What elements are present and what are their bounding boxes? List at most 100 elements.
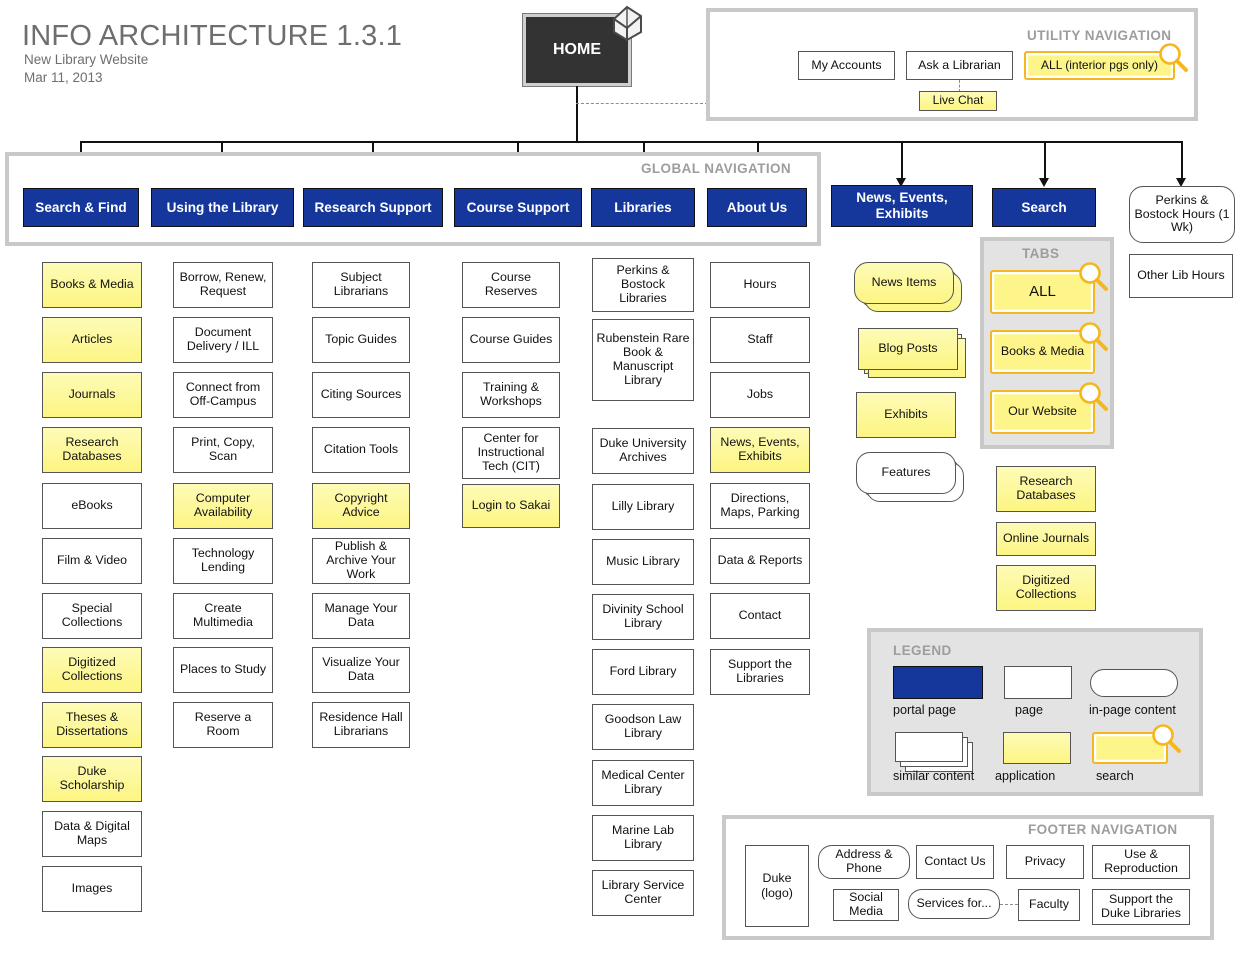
node-document-delivery-ill[interactable]: Document Delivery / ILL bbox=[173, 317, 273, 363]
node-research-databases[interactable]: Research Databases bbox=[42, 427, 142, 473]
node-label: Technology Lending bbox=[191, 546, 255, 574]
node-goodson-law-library[interactable]: Goodson Law Library bbox=[592, 704, 694, 750]
node-citation-tools[interactable]: Citation Tools bbox=[312, 427, 410, 473]
node-directions-maps-parking[interactable]: Directions, Maps, Parking bbox=[710, 483, 810, 529]
footer-item-services-for[interactable]: Services for... bbox=[908, 889, 1000, 919]
node-label: Rubenstein Rare Book & Manuscript Librar… bbox=[596, 331, 690, 387]
node-digitized-collections[interactable]: Digitized Collections bbox=[42, 647, 142, 693]
node-news-events-exhibits-page[interactable]: News, Events, Exhibits bbox=[710, 427, 810, 473]
node-ford-library[interactable]: Ford Library bbox=[592, 649, 694, 695]
node-staff[interactable]: Staff bbox=[710, 317, 810, 363]
global-nav-research-support[interactable]: Research Support bbox=[303, 188, 443, 227]
node-search-online-journals[interactable]: Online Journals bbox=[996, 522, 1096, 556]
footer-item-contact-us[interactable]: Contact Us bbox=[916, 845, 994, 879]
node-features[interactable]: Features bbox=[856, 452, 964, 502]
home-label: HOME bbox=[553, 41, 601, 59]
node-course-guides[interactable]: Course Guides bbox=[462, 317, 560, 363]
nav-news-events-exhibits[interactable]: News, Events, Exhibits bbox=[831, 185, 973, 227]
node-medical-center-library[interactable]: Medical Center Library bbox=[592, 760, 694, 806]
node-hours[interactable]: Hours bbox=[710, 262, 810, 308]
node-rubenstein-library[interactable]: Rubenstein Rare Book & Manuscript Librar… bbox=[592, 319, 694, 401]
node-books-and-media[interactable]: Books & Media bbox=[42, 262, 142, 308]
node-technology-lending[interactable]: Technology Lending bbox=[173, 538, 273, 584]
node-theses-and-dissertations[interactable]: Theses & Dissertations bbox=[42, 702, 142, 748]
footer-item-address-and-phone[interactable]: Address & Phone bbox=[818, 845, 910, 879]
node-create-multimedia[interactable]: Create Multimedia bbox=[173, 593, 273, 639]
node-subject-librarians[interactable]: Subject Librarians bbox=[312, 262, 410, 308]
utility-item-my-accounts[interactable]: My Accounts bbox=[798, 51, 895, 80]
global-nav-using-the-library[interactable]: Using the Library bbox=[151, 188, 294, 227]
node-search-research-databases[interactable]: Research Databases bbox=[996, 466, 1096, 512]
node-label: Connect from Off-Campus bbox=[185, 380, 261, 408]
footer-item-faculty[interactable]: Faculty bbox=[1018, 889, 1088, 929]
footer-item-privacy[interactable]: Privacy bbox=[1006, 845, 1084, 879]
footer-item-use-and-reproduction[interactable]: Use & Reproduction bbox=[1092, 845, 1190, 879]
node-perkins-bostock-libraries[interactable]: Perkins & Bostock Libraries bbox=[592, 258, 694, 312]
node-center-for-instructional-tech[interactable]: Center for Instructional Tech (CIT) bbox=[462, 427, 560, 479]
global-nav-about-us[interactable]: About Us bbox=[707, 188, 807, 227]
node-other-lib-hours[interactable]: Other Lib Hours bbox=[1129, 254, 1233, 298]
node-data-and-reports[interactable]: Data & Reports bbox=[710, 538, 810, 584]
node-journals[interactable]: Journals bbox=[42, 372, 142, 418]
node-data-and-digital-maps[interactable]: Data & Digital Maps bbox=[42, 811, 142, 857]
node-course-reserves[interactable]: Course Reserves bbox=[462, 262, 560, 308]
node-library-service-center[interactable]: Library Service Center bbox=[592, 870, 694, 916]
footer-item-social-media[interactable]: Social Media bbox=[833, 889, 907, 929]
node-music-library[interactable]: Music Library bbox=[592, 539, 694, 585]
node-label: ALL bbox=[1029, 282, 1056, 300]
node-manage-your-data[interactable]: Manage Your Data bbox=[312, 593, 410, 639]
global-nav-course-support[interactable]: Course Support bbox=[454, 188, 582, 227]
node-duke-university-archives[interactable]: Duke University Archives bbox=[592, 428, 694, 474]
nav-perkins-bostock-hours[interactable]: Perkins & Bostock Hours (1 Wk) bbox=[1129, 186, 1235, 243]
node-ebooks[interactable]: eBooks bbox=[42, 483, 142, 529]
node-label: Citing Sources bbox=[320, 387, 402, 402]
node-contact[interactable]: Contact bbox=[710, 593, 810, 639]
node-exhibits[interactable]: Exhibits bbox=[856, 392, 956, 438]
utility-navigation-label: UTILITY NAVIGATION bbox=[1027, 28, 1172, 43]
node-citing-sources[interactable]: Citing Sources bbox=[312, 372, 410, 418]
node-label: Places to Study bbox=[179, 662, 267, 677]
node-marine-lab-library[interactable]: Marine Lab Library bbox=[592, 815, 694, 861]
node-reserve-a-room[interactable]: Reserve a Room bbox=[173, 702, 273, 748]
node-jobs[interactable]: Jobs bbox=[710, 372, 810, 418]
node-label: Jobs bbox=[746, 387, 774, 402]
node-visualize-your-data[interactable]: Visualize Your Data bbox=[312, 647, 410, 693]
node-film-and-video[interactable]: Film & Video bbox=[42, 538, 142, 584]
utility-item-all-search[interactable]: ALL (interior pgs only) bbox=[1024, 43, 1188, 80]
global-nav-search-and-find[interactable]: Search & Find bbox=[23, 188, 139, 227]
node-print-copy-scan[interactable]: Print, Copy, Scan bbox=[173, 427, 273, 473]
node-copyright-advice[interactable]: Copyright Advice bbox=[312, 483, 410, 529]
node-places-to-study[interactable]: Places to Study bbox=[173, 647, 273, 693]
node-articles[interactable]: Articles bbox=[42, 317, 142, 363]
node-special-collections[interactable]: Special Collections bbox=[42, 593, 142, 639]
connector-services-faculty-dashed bbox=[1000, 904, 1018, 905]
node-residence-hall-librarians[interactable]: Residence Hall Librarians bbox=[312, 702, 410, 748]
node-news-items[interactable]: News Items bbox=[854, 262, 962, 312]
footer-item-support-duke-libraries[interactable]: Support the Duke Libraries bbox=[1092, 889, 1190, 925]
nav-search[interactable]: Search bbox=[992, 188, 1096, 227]
node-computer-availability[interactable]: Computer Availability bbox=[173, 483, 273, 529]
node-support-the-libraries[interactable]: Support the Libraries bbox=[710, 649, 810, 695]
utility-item-ask-a-librarian[interactable]: Ask a Librarian bbox=[906, 51, 1013, 80]
node-connect-from-off-campus[interactable]: Connect from Off-Campus bbox=[173, 372, 273, 418]
node-publish-archive-your-work[interactable]: Publish & Archive Your Work bbox=[312, 538, 410, 584]
node-search-digitized-collections[interactable]: Digitized Collections bbox=[996, 565, 1096, 611]
node-training-and-workshops[interactable]: Training & Workshops bbox=[462, 372, 560, 418]
node-images[interactable]: Images bbox=[42, 866, 142, 912]
node-lilly-library[interactable]: Lilly Library bbox=[592, 484, 694, 530]
node-label: Articles bbox=[71, 332, 113, 347]
node-divinity-school-library[interactable]: Divinity School Library bbox=[592, 594, 694, 640]
node-topic-guides[interactable]: Topic Guides bbox=[312, 317, 410, 363]
tab-books-and-media[interactable]: Books & Media bbox=[990, 322, 1108, 374]
node-label: Publish & Archive Your Work bbox=[326, 539, 396, 581]
node-login-to-sakai[interactable]: Login to Sakai bbox=[462, 484, 560, 528]
tab-all[interactable]: ALL bbox=[990, 262, 1108, 314]
node-label: Features bbox=[881, 465, 931, 480]
node-duke-scholarship[interactable]: Duke Scholarship bbox=[42, 756, 142, 802]
node-borrow-renew-request[interactable]: Borrow, Renew, Request bbox=[173, 262, 273, 308]
tab-our-website[interactable]: Our Website bbox=[990, 382, 1108, 434]
global-nav-libraries[interactable]: Libraries bbox=[591, 188, 695, 227]
node-blog-posts[interactable]: Blog Posts bbox=[858, 328, 966, 378]
utility-item-live-chat[interactable]: Live Chat bbox=[919, 91, 997, 111]
node-label: Residence Hall Librarians bbox=[319, 710, 403, 738]
